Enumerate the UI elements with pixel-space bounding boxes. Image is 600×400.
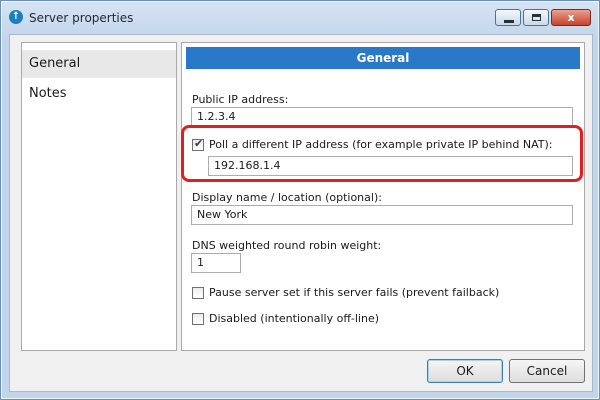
pause-server-label: Pause server set if this server fails (p… <box>209 286 500 299</box>
minimize-button[interactable] <box>495 9 521 26</box>
highlight-annotation <box>181 125 583 182</box>
public-ip-label: Public IP address: <box>192 93 289 106</box>
dialog-body: General Notes General Public IP address:… <box>9 34 593 392</box>
maximize-button[interactable] <box>523 9 549 26</box>
nav-item-notes[interactable]: Notes <box>22 80 176 108</box>
disabled-label: Disabled (intentionally off-line) <box>209 312 380 325</box>
title-bar[interactable]: ↑ Server properties x <box>1 1 599 33</box>
category-list: General Notes <box>21 42 177 351</box>
dns-weight-input[interactable]: 1 <box>191 253 241 273</box>
settings-panel: General Public IP address: 1.2.3.4 Poll … <box>181 42 585 351</box>
minimize-icon <box>504 20 514 23</box>
public-ip-input[interactable]: 1.2.3.4 <box>191 107 573 127</box>
ok-button[interactable]: OK <box>427 359 503 383</box>
disabled-checkbox[interactable] <box>192 313 204 325</box>
pause-server-checkbox[interactable] <box>192 287 204 299</box>
cancel-button[interactable]: Cancel <box>509 359 585 383</box>
close-icon: x <box>567 11 575 24</box>
dns-weight-label: DNS weighted round robin weight: <box>192 239 382 252</box>
maximize-icon <box>532 14 541 21</box>
nav-item-general[interactable]: General <box>22 50 176 78</box>
close-button[interactable]: x <box>551 9 591 26</box>
panel-header: General <box>186 47 580 69</box>
display-name-input[interactable]: New York <box>191 205 573 225</box>
dialog-window: ↑ Server properties x General Notes Gene… <box>0 0 600 400</box>
display-name-label: Display name / location (optional): <box>192 191 382 204</box>
app-icon: ↑ <box>9 10 23 24</box>
window-title: Server properties <box>29 11 134 25</box>
